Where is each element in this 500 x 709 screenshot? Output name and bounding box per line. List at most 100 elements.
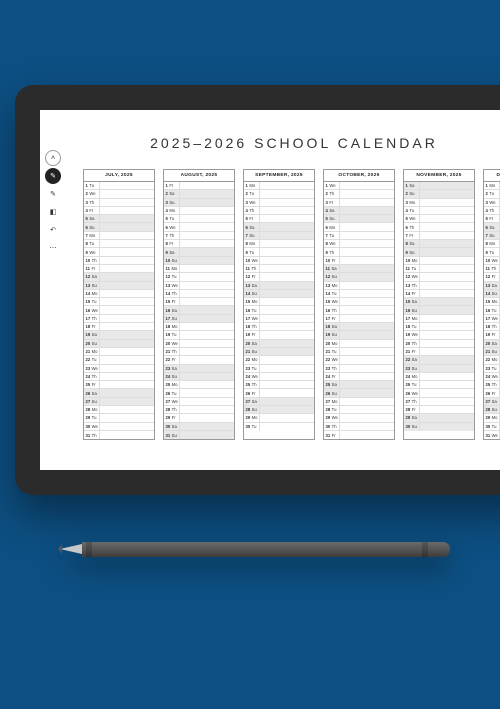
- day-row[interactable]: 23Su: [404, 365, 474, 373]
- day-row[interactable]: 21Mo: [84, 348, 154, 356]
- eraser-icon[interactable]: ◧: [45, 204, 61, 220]
- day-row[interactable]: 12Tu: [164, 273, 234, 281]
- day-row[interactable]: 7Su: [484, 232, 500, 240]
- day-row[interactable]: 21Tu: [324, 348, 394, 356]
- day-row[interactable]: 11Th: [484, 265, 500, 273]
- day-row[interactable]: 11Fr: [84, 265, 154, 273]
- day-row[interactable]: 23Th: [324, 365, 394, 373]
- day-row[interactable]: 27Th: [404, 398, 474, 406]
- day-row[interactable]: 19Sa: [84, 331, 154, 339]
- day-row[interactable]: 23We: [84, 365, 154, 373]
- day-row[interactable]: 25Th: [484, 381, 500, 389]
- day-row[interactable]: 20Sa: [484, 340, 500, 348]
- day-row[interactable]: 23Sa: [164, 365, 234, 373]
- day-row[interactable]: 16Tu: [484, 306, 500, 314]
- day-row[interactable]: 20Mo: [324, 340, 394, 348]
- day-row[interactable]: 21Su: [244, 348, 314, 356]
- day-row[interactable]: 15Fr: [164, 298, 234, 306]
- day-row[interactable]: 10We: [484, 257, 500, 265]
- day-row[interactable]: 18Sa: [324, 323, 394, 331]
- day-row[interactable]: 1We: [324, 182, 394, 190]
- day-row[interactable]: 4Th: [244, 207, 314, 215]
- day-row[interactable]: 16Th: [324, 306, 394, 314]
- day-row[interactable]: 19Fr: [484, 331, 500, 339]
- day-row[interactable]: 19Fr: [244, 331, 314, 339]
- day-row[interactable]: 2Tu: [244, 190, 314, 198]
- day-row[interactable]: 14Su: [244, 290, 314, 298]
- day-row[interactable]: 14Mo: [84, 290, 154, 298]
- day-row[interactable]: 26Su: [324, 389, 394, 397]
- day-row[interactable]: 24We: [484, 373, 500, 381]
- day-row[interactable]: 21Su: [484, 348, 500, 356]
- day-row[interactable]: 28Su: [244, 406, 314, 414]
- day-row[interactable]: 1Sa: [404, 182, 474, 190]
- day-row[interactable]: 29Tu: [84, 414, 154, 422]
- day-row[interactable]: 12Fr: [484, 273, 500, 281]
- day-row[interactable]: 2We: [84, 190, 154, 198]
- day-row[interactable]: 12Sa: [84, 273, 154, 281]
- day-row[interactable]: 30Sa: [164, 423, 234, 431]
- day-row[interactable]: 8Fr: [164, 240, 234, 248]
- day-row[interactable]: 19Tu: [164, 331, 234, 339]
- day-row[interactable]: 15Mo: [484, 298, 500, 306]
- day-row[interactable]: 15We: [324, 298, 394, 306]
- day-row[interactable]: 22We: [324, 356, 394, 364]
- day-row[interactable]: 27Sa: [484, 398, 500, 406]
- marker-icon[interactable]: ✎: [45, 186, 61, 202]
- day-row[interactable]: 30Tu: [244, 423, 314, 431]
- day-row[interactable]: 27Mo: [324, 398, 394, 406]
- day-row[interactable]: 29Mo: [484, 414, 500, 422]
- day-row[interactable]: 6Sa: [484, 223, 500, 231]
- day-row[interactable]: 23Tu: [244, 365, 314, 373]
- day-row[interactable]: 3We: [244, 199, 314, 207]
- day-row[interactable]: 7Fr: [404, 232, 474, 240]
- day-row[interactable]: 17Th: [84, 315, 154, 323]
- day-row[interactable]: 22Fr: [164, 356, 234, 364]
- day-row[interactable]: 18Fr: [84, 323, 154, 331]
- day-row[interactable]: 13Th: [404, 282, 474, 290]
- day-row[interactable]: 8Tu: [84, 240, 154, 248]
- day-row[interactable]: 13Mo: [324, 282, 394, 290]
- day-row[interactable]: 11Tu: [404, 265, 474, 273]
- day-row[interactable]: 25Fr: [84, 381, 154, 389]
- day-row[interactable]: 12Fr: [244, 273, 314, 281]
- day-row[interactable]: 6Sa: [244, 223, 314, 231]
- day-row[interactable]: 5Sa: [84, 215, 154, 223]
- day-row[interactable]: 20Sa: [244, 340, 314, 348]
- day-row[interactable]: 16Sa: [164, 306, 234, 314]
- day-row[interactable]: 31Fr: [324, 431, 394, 439]
- day-row[interactable]: 12Su: [324, 273, 394, 281]
- day-row[interactable]: 27Su: [84, 398, 154, 406]
- day-row[interactable]: 6Mo: [324, 223, 394, 231]
- day-row[interactable]: 17Su: [164, 315, 234, 323]
- day-row[interactable]: 3We: [484, 199, 500, 207]
- day-row[interactable]: 9Th: [324, 248, 394, 256]
- day-row[interactable]: 25Th: [244, 381, 314, 389]
- day-row[interactable]: 11Th: [244, 265, 314, 273]
- day-row[interactable]: 29We: [324, 414, 394, 422]
- day-row[interactable]: 18Mo: [164, 323, 234, 331]
- day-row[interactable]: 3Mo: [404, 199, 474, 207]
- day-row[interactable]: 26We: [404, 389, 474, 397]
- day-row[interactable]: 26Tu: [164, 389, 234, 397]
- day-row[interactable]: 27We: [164, 398, 234, 406]
- day-row[interactable]: 10Su: [164, 257, 234, 265]
- day-row[interactable]: 16We: [84, 306, 154, 314]
- day-row[interactable]: 21Th: [164, 348, 234, 356]
- day-row[interactable]: 28Fr: [404, 406, 474, 414]
- day-row[interactable]: 20Th: [404, 340, 474, 348]
- day-row[interactable]: 16Su: [404, 306, 474, 314]
- day-row[interactable]: 10Fr: [324, 257, 394, 265]
- day-row[interactable]: 10Mo: [404, 257, 474, 265]
- day-row[interactable]: 28Tu: [324, 406, 394, 414]
- day-row[interactable]: 19Su: [324, 331, 394, 339]
- day-row[interactable]: 31Th: [84, 431, 154, 439]
- day-row[interactable]: 8Mo: [484, 240, 500, 248]
- day-row[interactable]: 15Mo: [244, 298, 314, 306]
- day-row[interactable]: 1Fr: [164, 182, 234, 190]
- day-row[interactable]: 18Th: [244, 323, 314, 331]
- day-row[interactable]: 19We: [404, 331, 474, 339]
- day-row[interactable]: 24Su: [164, 373, 234, 381]
- day-row[interactable]: 2Su: [404, 190, 474, 198]
- day-row[interactable]: 9Sa: [164, 248, 234, 256]
